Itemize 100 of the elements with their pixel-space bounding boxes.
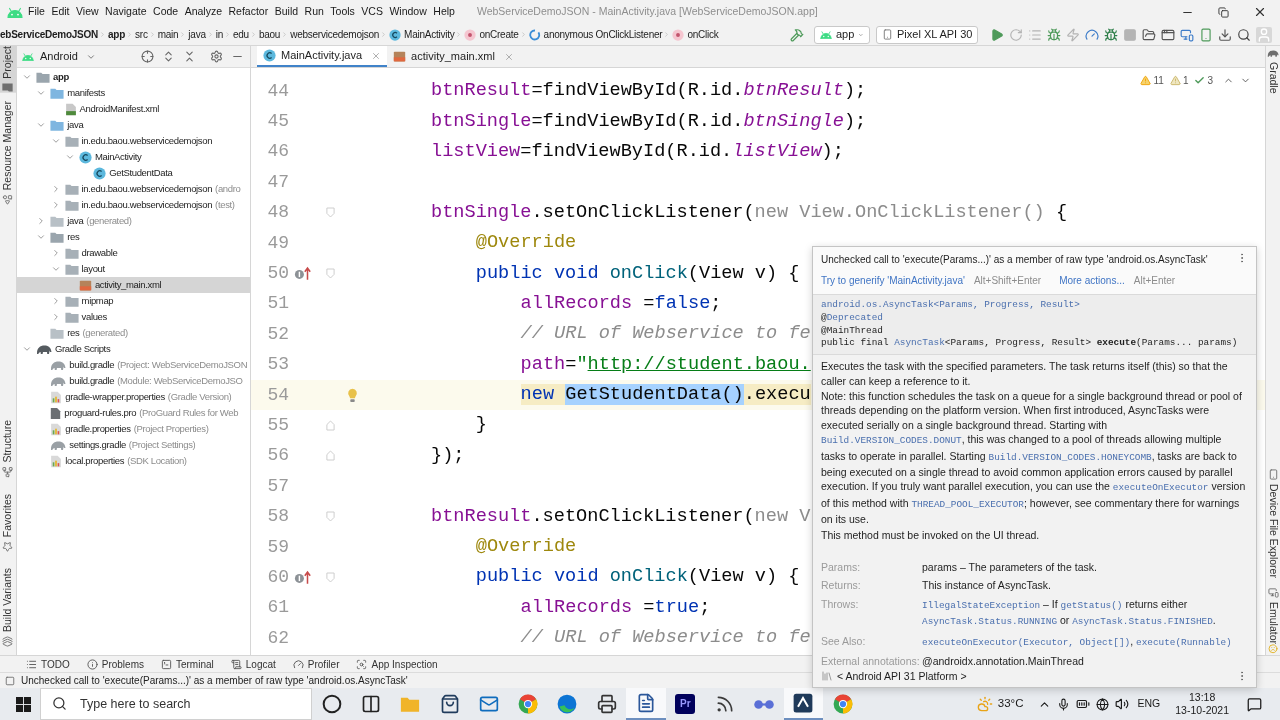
tool-window-tab[interactable]: Project [0, 46, 16, 93]
notification-icon[interactable] [1247, 696, 1262, 712]
tool-window-tab[interactable]: Resource Manager [0, 100, 16, 205]
breadcrumb[interactable]: baou [258, 27, 281, 42]
tree-item[interactable]: app [17, 69, 250, 85]
folder-icon[interactable] [1142, 27, 1156, 42]
caret-icon[interactable] [64, 152, 75, 162]
caret-icon[interactable] [36, 88, 47, 98]
tree-item[interactable]: layout [17, 261, 250, 277]
caret-icon[interactable] [50, 136, 61, 146]
weather-temperature[interactable]: 33°C [997, 695, 1024, 713]
doc-link[interactable]: execute(Runnable) [1136, 636, 1232, 648]
tree-item[interactable]: drawable [17, 245, 250, 261]
microphone-icon[interactable] [1056, 697, 1070, 711]
project-view-dropdown[interactable]: Android [40, 48, 78, 65]
breadcrumb[interactable]: webservicedemojson [290, 27, 380, 42]
breadcrumb[interactable]: src [135, 27, 148, 42]
doc-link[interactable]: THREAD_POOL_EXECUTOR [911, 498, 1024, 510]
menu-item[interactable]: Navigate [105, 4, 147, 20]
doc-link[interactable]: AsyncTask [894, 337, 945, 349]
menu-item[interactable]: View [76, 4, 99, 20]
clock-date[interactable]: 13-10-2021 [1175, 704, 1229, 717]
breadcrumb[interactable]: java [188, 27, 206, 42]
tool-window-tab[interactable]: Build Variants [0, 568, 16, 647]
tree-item[interactable]: mipmap [17, 293, 250, 309]
tree-item[interactable]: java (generated) [17, 213, 250, 229]
caret-icon[interactable] [22, 344, 32, 354]
tree-item[interactable]: build.gradle (Module: WebServiceDemoJSO [17, 373, 250, 389]
doc-link[interactable]: AsyncTask.Status.RUNNING [922, 616, 1058, 628]
taskbar-button[interactable] [783, 688, 823, 720]
menu-item[interactable]: Tools [330, 4, 355, 20]
tree-item[interactable]: in.edu.baou.webservicedemojson (andro [17, 181, 250, 197]
tree-item[interactable]: MainActivity [17, 149, 250, 165]
menu-item[interactable]: Build [274, 4, 299, 20]
speaker-icon[interactable] [1114, 697, 1129, 711]
tool-window-tab[interactable]: Profiler [291, 656, 341, 672]
tree-item[interactable]: values [17, 309, 250, 325]
breadcrumb[interactable]: onClick [687, 27, 719, 42]
run-configuration-dropdown[interactable]: app [814, 25, 870, 44]
menu-item[interactable]: Analyze [184, 4, 222, 20]
tool-window-tab[interactable]: Problems [85, 656, 145, 672]
close-icon[interactable] [1253, 5, 1267, 19]
breadcrumb[interactable]: edu [233, 27, 249, 42]
gauge-icon[interactable] [1085, 27, 1099, 42]
crosshair-icon[interactable] [141, 50, 154, 63]
tree-item[interactable]: build.gradle (Project: WebServiceDemoJSON [17, 357, 250, 373]
tree-item[interactable]: java [17, 117, 250, 133]
editor-tab[interactable]: activity_main.xml [387, 46, 520, 67]
tree-item[interactable]: Gradle Scripts [17, 341, 250, 357]
search-field[interactable]: Type here to search [40, 688, 312, 720]
editor-tab[interactable]: MainActivity.java [257, 46, 388, 67]
window-icon[interactable] [1161, 27, 1175, 42]
doc-link[interactable]: android.os.AsyncTask<Params, Progress, Result> [821, 299, 1080, 310]
doc-link[interactable]: getStatus() [1060, 599, 1123, 611]
tree-item[interactable]: proguard-rules.pro (ProGuard Rules for Web [17, 405, 250, 421]
tree-item[interactable]: res [17, 229, 250, 245]
tool-window-tab[interactable]: Emulator [1266, 587, 1280, 645]
tool-window-tab[interactable]: Structure [0, 420, 16, 478]
menu-item[interactable]: Refactor [228, 4, 269, 20]
menu-item[interactable]: Window [389, 4, 427, 20]
tool-window-tab[interactable]: Logcat [229, 656, 277, 672]
doc-link[interactable]: Build.VERSION_CODES.DONUT [821, 435, 962, 447]
tree-item[interactable]: in.edu.baou.webservicedemojson (test) [17, 197, 250, 213]
weather-icon[interactable] [976, 696, 993, 712]
doc-link[interactable]: AsyncTask.Status.FINISHED [1072, 616, 1213, 628]
breadcrumb[interactable]: onCreate [479, 27, 519, 42]
tool-window-tab[interactable]: Favorites [0, 493, 16, 552]
tree-item[interactable]: manifests [17, 85, 250, 101]
bug-icon[interactable] [1047, 27, 1061, 42]
settings-icon[interactable] [210, 50, 223, 63]
play-icon[interactable] [990, 27, 1004, 42]
caret-icon[interactable] [36, 120, 47, 130]
tree-item[interactable]: res (generated) [17, 325, 250, 341]
square-icon[interactable] [5, 675, 15, 686]
clock-time[interactable]: 13:18 [1189, 691, 1216, 704]
tree-item[interactable]: gradle.properties (Project Properties) [17, 421, 250, 437]
breadcrumb[interactable]: MainActivity [404, 27, 455, 42]
action-link[interactable]: More actions... [1059, 273, 1125, 288]
tool-window-tab[interactable]: App Inspection [355, 656, 439, 672]
bug-icon[interactable] [1104, 27, 1118, 42]
collapse-all-icon[interactable] [183, 50, 196, 63]
taskbar-button[interactable] [626, 688, 666, 720]
caret-icon[interactable] [36, 232, 47, 242]
action-link[interactable]: Try to generify 'MainActivity.java' [821, 273, 965, 288]
phone-icon[interactable] [1199, 27, 1213, 42]
menu-item[interactable]: File [28, 4, 45, 20]
battery-icon[interactable] [1075, 697, 1090, 711]
tool-window-tab[interactable]: Gradle [1266, 48, 1280, 94]
windows-logo-icon[interactable] [16, 696, 31, 712]
gutter-arrow-icon[interactable] [294, 266, 312, 282]
gutter-arrow-icon[interactable] [294, 569, 312, 585]
breadcrumb[interactable]: anonymous OnClickListener [543, 27, 663, 42]
tree-item[interactable]: local.properties (SDK Location) [17, 453, 250, 469]
doc-link[interactable]: executeOnExecutor [1112, 482, 1209, 494]
breadcrumb[interactable]: main [157, 27, 179, 42]
globe-icon[interactable] [1095, 697, 1109, 711]
doc-link[interactable]: Deprecated [826, 311, 883, 323]
devices-icon[interactable] [1180, 27, 1194, 42]
taskbar-button[interactable]: Pr [665, 688, 705, 720]
tree-item[interactable]: gradle-wrapper.properties (Gradle Version) [17, 389, 250, 405]
